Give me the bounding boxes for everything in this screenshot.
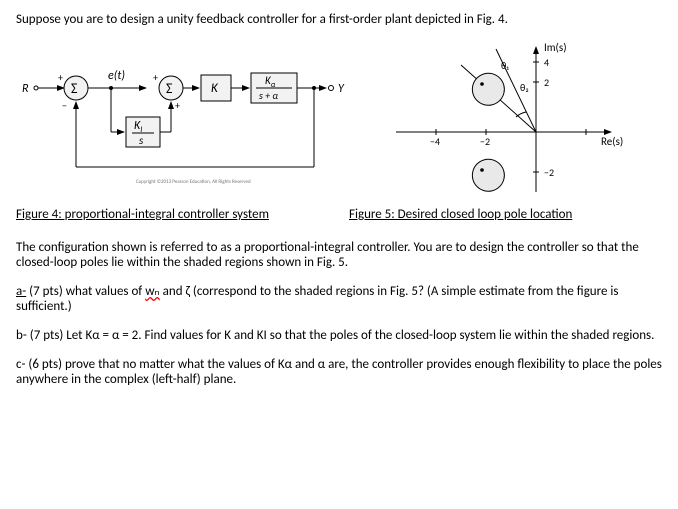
label-y: Y (338, 82, 345, 96)
copyright-text: Copyright ©2013 Pearson Education, All R… (136, 178, 251, 185)
sum1-minus: − (62, 99, 67, 112)
figure-5-caption: Figure 5: Desired closed loop pole locat… (349, 207, 662, 222)
qa-prefix: a- (16, 284, 26, 299)
tick-n2: −2 (544, 166, 554, 179)
im-label: Im(s) (544, 41, 567, 54)
figure-4-block-diagram: R Σ + − e(t) KI s (16, 37, 356, 197)
tick-2: 2 (544, 76, 549, 89)
label-r: R (22, 82, 29, 96)
tick-m4: −4 (430, 135, 440, 148)
shaded-region-upper (472, 73, 504, 105)
qa-pts: (7 pts) what values of (26, 284, 145, 299)
sum1-icon: Σ (71, 80, 78, 97)
sum2-icon: Σ (166, 80, 173, 97)
theta2: θ₂ (520, 81, 529, 94)
intro-text: Suppose you are to design a unity feedba… (16, 12, 662, 27)
tick-4: 4 (544, 56, 549, 69)
shaded-region-lower (472, 159, 504, 191)
question-a: a- (7 pts) what values of wₙ and ζ (corr… (16, 284, 662, 314)
label-et: e(t) (108, 69, 125, 83)
sum1-plus: + (58, 71, 63, 84)
tick-m2: −2 (480, 135, 490, 148)
theta1: θ₁ (501, 59, 509, 72)
qa-wn: wₙ (145, 284, 159, 299)
question-b: b- (7 pts) Let Kα = α = 2. Find values f… (16, 328, 662, 343)
sum2-plus-b: + (175, 99, 180, 112)
figure-5-splane: Im(s) Re(s) −4 −2 2 4 −2 θ₁ θ₂ (376, 37, 662, 197)
re-label: Re(s) (601, 135, 623, 148)
ki-den: s (139, 134, 144, 147)
question-c: c- (6 pts) prove that no matter what the… (16, 357, 662, 387)
body-paragraph: The configuration shown is referred to a… (16, 240, 662, 270)
sum2-plus-a: + (153, 71, 158, 84)
plant-den: s + α (259, 89, 278, 102)
figure-4-caption: Figure 4: proportional-integral controll… (16, 207, 329, 222)
